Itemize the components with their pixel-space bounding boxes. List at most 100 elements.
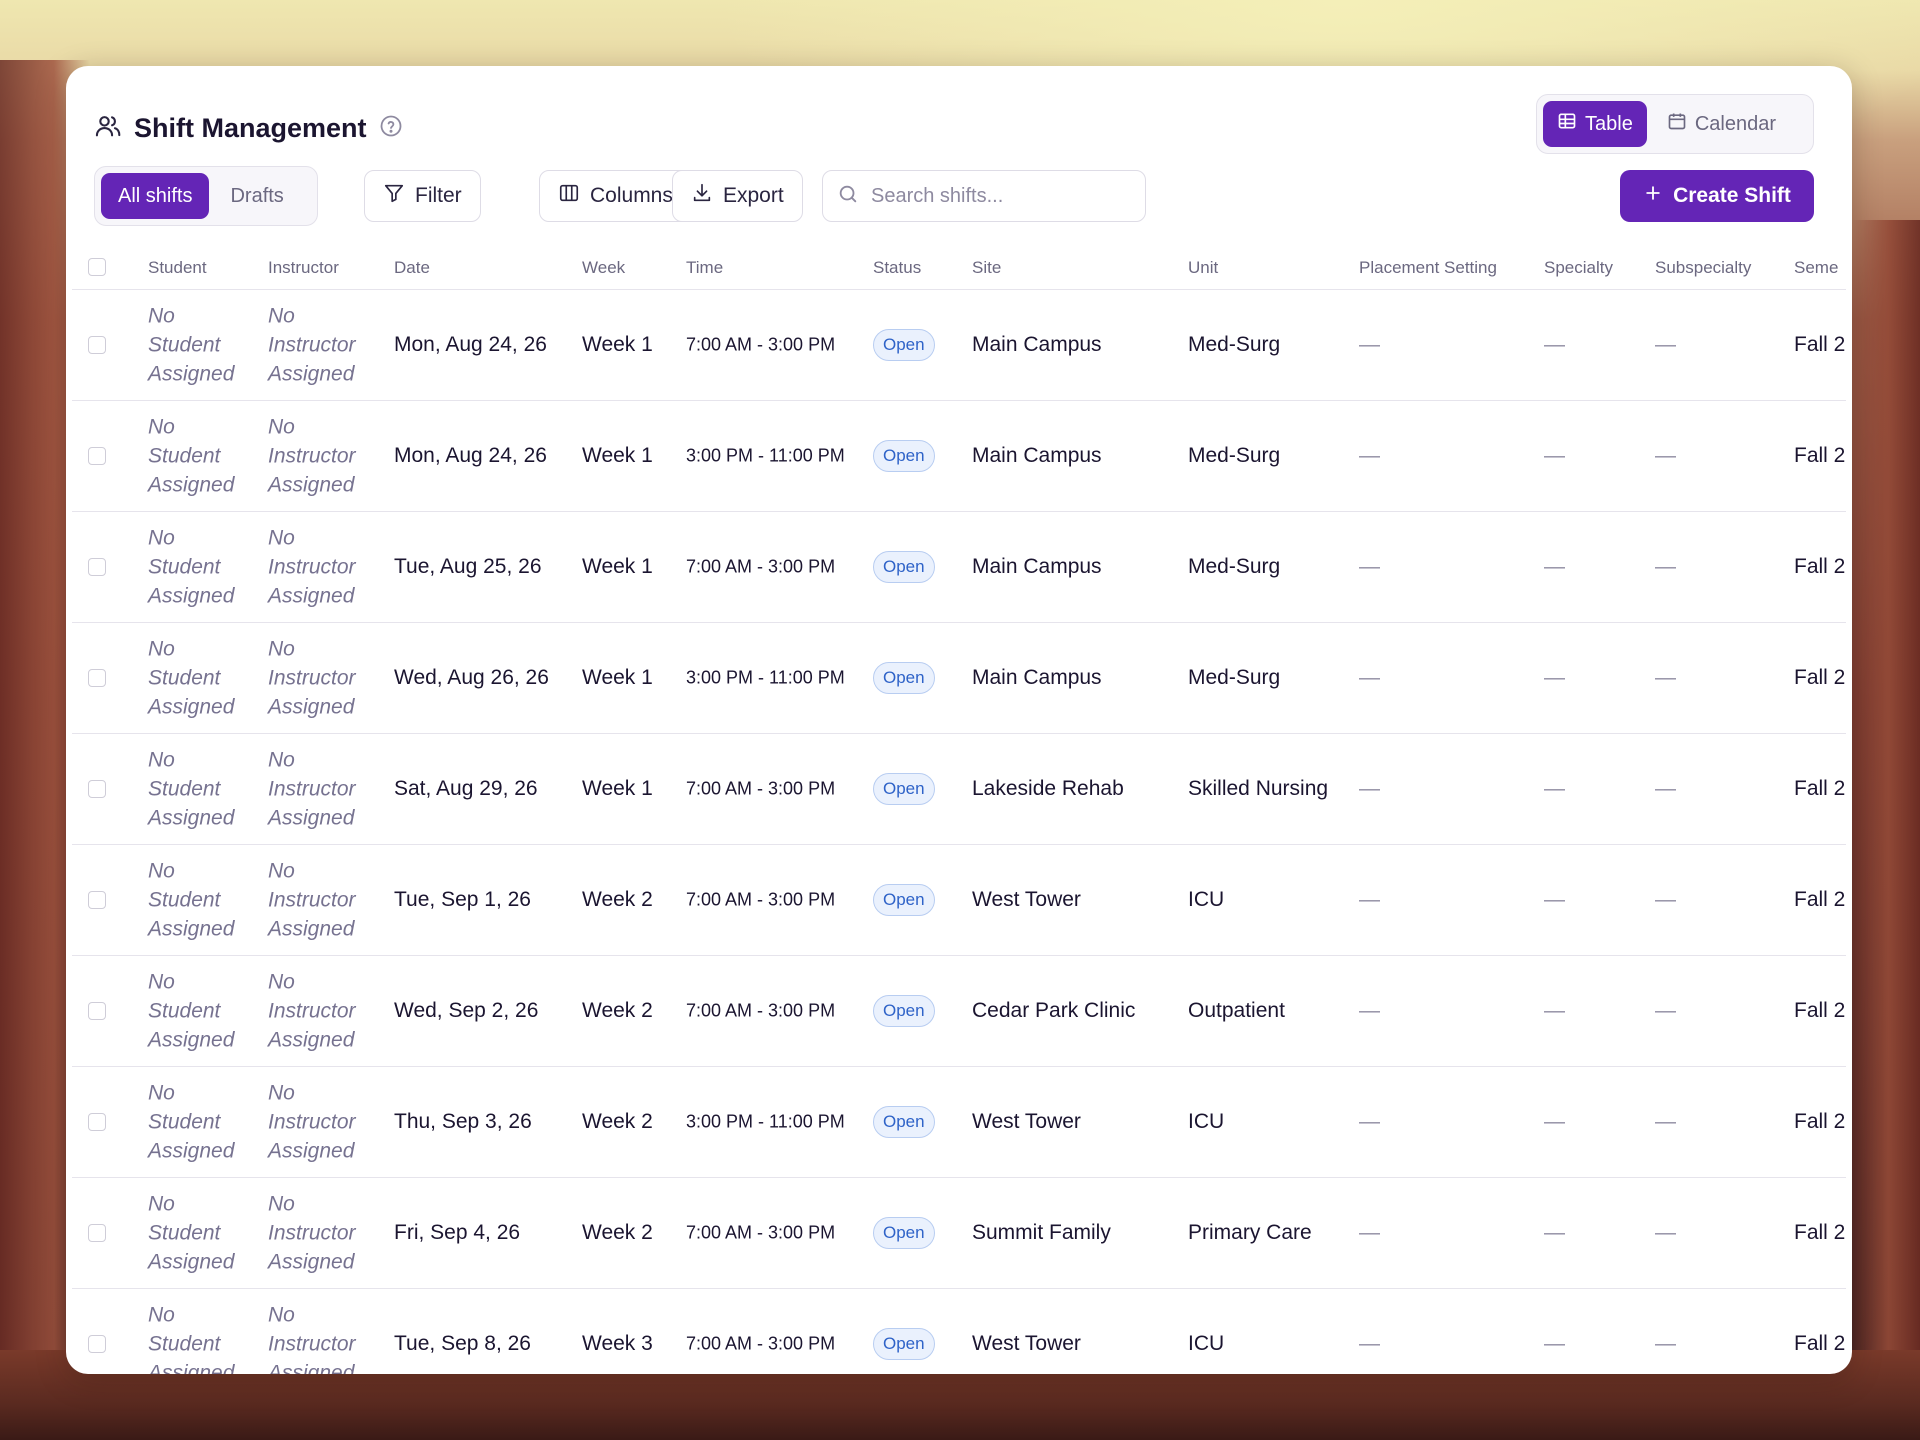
date-cell: Tue, Sep 8, 26 <box>394 1332 531 1355</box>
filter-button[interactable]: Filter <box>364 170 481 222</box>
specialty-cell: — <box>1544 1221 1565 1244</box>
users-icon <box>94 112 122 145</box>
status-badge: Open <box>873 995 935 1027</box>
semester-cell: Fall 2 <box>1794 555 1846 578</box>
student-cell: No Student Assigned <box>148 415 235 497</box>
search-icon <box>837 183 859 210</box>
export-button[interactable]: Export <box>672 170 803 222</box>
table-row[interactable]: No Student Assigned No Instructor Assigne… <box>72 1067 1846 1178</box>
subspecialty-cell: — <box>1655 777 1676 800</box>
unit-cell: Primary Care <box>1188 1221 1312 1244</box>
column-header-student[interactable]: Student <box>148 258 207 278</box>
week-cell: Week 1 <box>582 777 653 800</box>
columns-icon <box>558 182 580 210</box>
unit-cell: ICU <box>1188 1332 1225 1355</box>
week-cell: Week 1 <box>582 444 653 467</box>
background-cliff-right <box>1850 220 1920 1440</box>
semester-cell: Fall 2 <box>1794 1221 1846 1244</box>
column-header-date[interactable]: Date <box>394 258 430 278</box>
unit-cell: Med-Surg <box>1188 666 1281 689</box>
subspecialty-cell: — <box>1655 888 1676 911</box>
row-checkbox[interactable] <box>88 891 106 909</box>
semester-cell: Fall 2 <box>1794 777 1846 800</box>
column-header-time[interactable]: Time <box>686 258 723 278</box>
column-header-placement-setting[interactable]: Placement Setting <box>1359 258 1497 278</box>
instructor-cell: No Instructor Assigned <box>268 1303 356 1375</box>
search-input[interactable] <box>871 184 1131 208</box>
week-cell: Week 1 <box>582 666 653 689</box>
instructor-cell: No Instructor Assigned <box>268 304 356 386</box>
column-header-specialty[interactable]: Specialty <box>1544 258 1613 278</box>
time-cell: 7:00 AM - 3:00 PM <box>686 1333 836 1354</box>
week-cell: Week 2 <box>582 888 653 911</box>
semester-cell: Fall 2 <box>1794 666 1846 689</box>
student-cell: No Student Assigned <box>148 526 235 608</box>
download-icon <box>691 182 713 210</box>
subspecialty-cell: — <box>1655 555 1676 578</box>
status-badge: Open <box>873 662 935 694</box>
semester-cell: Fall 2 <box>1794 444 1846 467</box>
date-cell: Mon, Aug 24, 26 <box>394 444 547 467</box>
unit-cell: Skilled Nursing <box>1188 777 1329 800</box>
table-row[interactable]: No Student Assigned No Instructor Assigne… <box>72 845 1846 956</box>
instructor-cell: No Instructor Assigned <box>268 1081 356 1163</box>
table-row[interactable]: No Student Assigned No Instructor Assigne… <box>72 1289 1846 1374</box>
calendar-view-button[interactable]: Calendar <box>1653 101 1790 147</box>
create-shift-label: Create Shift <box>1673 184 1791 207</box>
table-row[interactable]: No Student Assigned No Instructor Assigne… <box>72 290 1846 401</box>
table-row[interactable]: No Student Assigned No Instructor Assigne… <box>72 956 1846 1067</box>
column-header-unit[interactable]: Unit <box>1188 258 1218 278</box>
column-header-site[interactable]: Site <box>972 258 1001 278</box>
table-body: No Student Assigned No Instructor Assigne… <box>72 290 1846 1374</box>
table-row[interactable]: No Student Assigned No Instructor Assigne… <box>72 401 1846 512</box>
column-header-instructor[interactable]: Instructor <box>268 258 339 278</box>
student-cell: No Student Assigned <box>148 859 235 941</box>
row-checkbox[interactable] <box>88 558 106 576</box>
columns-button[interactable]: Columns <box>539 170 692 222</box>
create-shift-button[interactable]: Create Shift <box>1620 170 1814 222</box>
table-row[interactable]: No Student Assigned No Instructor Assigne… <box>72 623 1846 734</box>
row-checkbox[interactable] <box>88 669 106 687</box>
calendar-view-label: Calendar <box>1694 112 1776 135</box>
select-all-checkbox[interactable] <box>88 258 106 276</box>
subspecialty-cell: — <box>1655 1332 1676 1355</box>
shift-management-panel: Shift Management Table Calendar All shif… <box>66 66 1852 1374</box>
row-checkbox[interactable] <box>88 1113 106 1131</box>
help-icon[interactable] <box>379 114 403 143</box>
row-checkbox[interactable] <box>88 1002 106 1020</box>
week-cell: Week 2 <box>582 1110 653 1133</box>
column-header-week[interactable]: Week <box>582 258 625 278</box>
time-cell: 3:00 PM - 11:00 PM <box>686 667 845 688</box>
specialty-cell: — <box>1544 888 1565 911</box>
all-shifts-tab[interactable]: All shifts <box>101 173 210 219</box>
table-row[interactable]: No Student Assigned No Instructor Assigne… <box>72 1178 1846 1289</box>
site-cell: Main Campus <box>972 555 1102 578</box>
table-view-button[interactable]: Table <box>1543 101 1647 147</box>
table-row[interactable]: No Student Assigned No Instructor Assigne… <box>72 512 1846 623</box>
date-cell: Fri, Sep 4, 26 <box>394 1221 521 1244</box>
column-header-semester[interactable]: Seme <box>1794 258 1838 278</box>
calendar-icon <box>1667 111 1687 137</box>
column-header-subspecialty[interactable]: Subspecialty <box>1655 258 1751 278</box>
row-checkbox[interactable] <box>88 336 106 354</box>
date-cell: Thu, Sep 3, 26 <box>394 1110 532 1133</box>
subspecialty-cell: — <box>1655 666 1676 689</box>
subspecialty-cell: — <box>1655 1221 1676 1244</box>
subspecialty-cell: — <box>1655 1110 1676 1133</box>
search-box <box>822 170 1146 222</box>
drafts-tab[interactable]: Drafts <box>213 173 300 219</box>
row-checkbox[interactable] <box>88 1335 106 1353</box>
row-checkbox[interactable] <box>88 780 106 798</box>
time-cell: 7:00 AM - 3:00 PM <box>686 334 836 355</box>
table-row[interactable]: No Student Assigned No Instructor Assigne… <box>72 734 1846 845</box>
placement-setting-cell: — <box>1359 1332 1380 1355</box>
row-checkbox[interactable] <box>88 1224 106 1242</box>
row-checkbox[interactable] <box>88 447 106 465</box>
instructor-cell: No Instructor Assigned <box>268 637 356 719</box>
column-header-status[interactable]: Status <box>873 258 921 278</box>
placement-setting-cell: — <box>1359 777 1380 800</box>
status-badge: Open <box>873 329 935 361</box>
instructor-cell: No Instructor Assigned <box>268 526 356 608</box>
instructor-cell: No Instructor Assigned <box>268 970 356 1052</box>
semester-cell: Fall 2 <box>1794 888 1846 911</box>
